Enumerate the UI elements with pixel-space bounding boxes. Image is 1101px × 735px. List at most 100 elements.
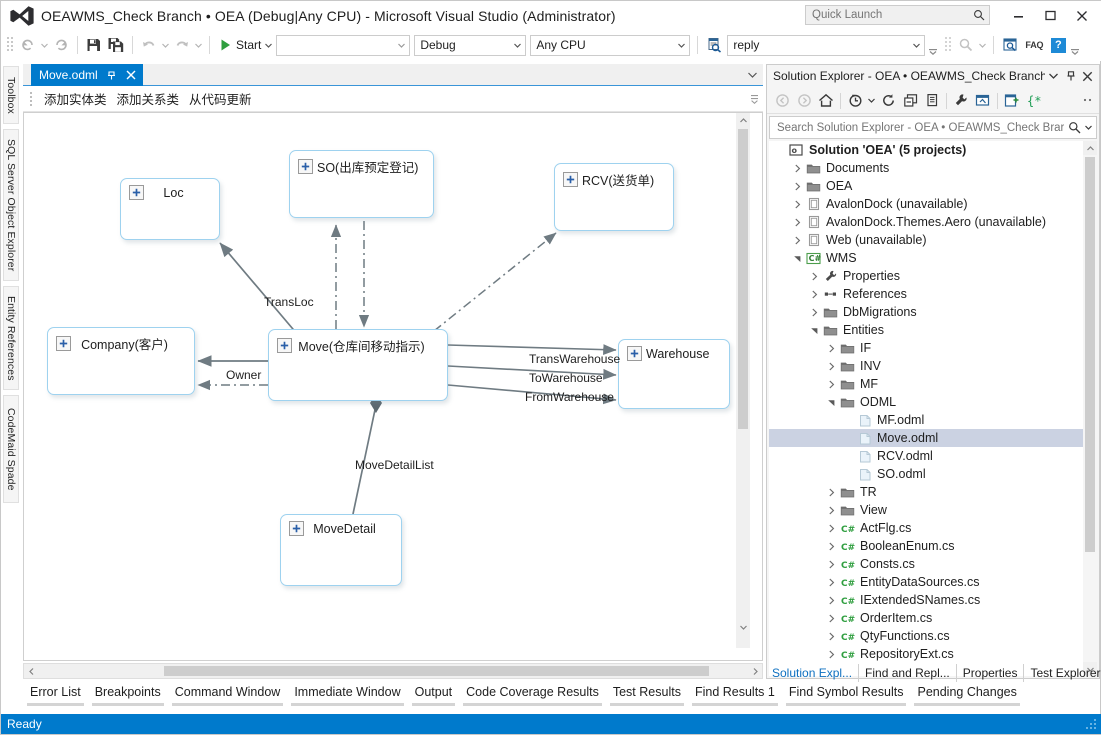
add-entity-class-command[interactable]: 添加实体类: [39, 87, 112, 110]
bottom-tab-test-results[interactable]: Test Results: [606, 683, 688, 706]
entity-rcv[interactable]: RCV(送货单): [554, 163, 674, 231]
search-button[interactable]: [955, 34, 977, 56]
tab-solution-explorer[interactable]: Solution Expl...: [766, 663, 860, 682]
home-icon[interactable]: [815, 90, 837, 111]
chevron-right-icon[interactable]: [824, 555, 838, 573]
update-from-code-command[interactable]: 从代码更新: [184, 87, 257, 110]
tree-item[interactable]: DbMigrations: [769, 303, 1083, 321]
scroll-up-button[interactable]: [736, 113, 750, 127]
tree-item[interactable]: Move.odml: [769, 429, 1083, 447]
save-all-button[interactable]: [105, 34, 127, 56]
tree-item[interactable]: C# BooleanEnum.cs: [769, 537, 1083, 555]
chevron-right-icon[interactable]: [790, 195, 804, 213]
find-in-files-button[interactable]: [703, 34, 725, 56]
bottom-tab-find-symbol-results[interactable]: Find Symbol Results: [782, 683, 911, 706]
chevron-down-filled-icon[interactable]: [790, 249, 804, 267]
chevron-right-icon[interactable]: [824, 627, 838, 645]
minimize-button[interactable]: [1002, 4, 1034, 28]
scroll-right-button[interactable]: [748, 664, 762, 678]
solution-platform-combo[interactable]: Any CPU: [530, 34, 691, 56]
tree-item[interactable]: Web (unavailable): [769, 231, 1083, 249]
plus-icon[interactable]: [289, 521, 304, 536]
tree-item[interactable]: MF: [769, 375, 1083, 393]
left-tab-sql-server-object-explorer[interactable]: SQL Server Object Explorer: [3, 129, 19, 281]
maximize-button[interactable]: [1034, 4, 1066, 28]
scroll-up-button[interactable]: [1083, 141, 1097, 155]
close-icon[interactable]: [125, 68, 138, 83]
toolbar-overflow-icon[interactable]: [1081, 90, 1095, 111]
chevron-right-icon[interactable]: [790, 177, 804, 195]
bottom-tab-pending-changes[interactable]: Pending Changes: [910, 683, 1023, 706]
entity-warehouse[interactable]: Warehouse: [618, 339, 730, 409]
chevron-right-icon[interactable]: [824, 519, 838, 537]
entity-company[interactable]: Company(客户): [47, 327, 195, 395]
tree-item[interactable]: AvalonDock.Themes.Aero (unavailable): [769, 213, 1083, 231]
tree-item[interactable]: References: [769, 285, 1083, 303]
solution-explorer-search-input[interactable]: [775, 120, 1066, 135]
scroll-thumb[interactable]: [164, 666, 709, 676]
chevron-right-icon[interactable]: [824, 573, 838, 591]
new-solution-explorer-view-icon[interactable]: [1001, 90, 1023, 111]
left-tab-codemaid-spade[interactable]: CodeMaid Spade: [3, 395, 19, 503]
toolbar-grip-icon[interactable]: [944, 36, 952, 54]
entity-so[interactable]: SO(出库预定登记): [289, 150, 434, 218]
tree-item[interactable]: TR: [769, 483, 1083, 501]
designer-toolbar-overflow-icon[interactable]: [750, 92, 760, 106]
plus-icon[interactable]: [129, 185, 144, 200]
tree-item[interactable]: SO.odml: [769, 465, 1083, 483]
resize-grip-icon[interactable]: [1086, 719, 1098, 731]
start-dropdown[interactable]: [263, 34, 274, 56]
designer-vertical-scrollbar[interactable]: [736, 113, 750, 648]
left-tab-toolbox[interactable]: Toolbox: [3, 66, 19, 124]
scroll-down-button[interactable]: [736, 620, 750, 634]
entity-loc[interactable]: Loc: [120, 178, 220, 240]
entity-move[interactable]: Move(仓库间移动指示): [268, 329, 448, 401]
entity-movedetail[interactable]: MoveDetail: [280, 514, 402, 586]
chevron-right-icon[interactable]: [824, 339, 838, 357]
solution-explorer-tree[interactable]: o Solution 'OEA' (5 projects) Documents OEA…: [769, 141, 1097, 676]
navigate-backward-button[interactable]: [17, 34, 39, 56]
tree-item[interactable]: IF: [769, 339, 1083, 357]
chevron-right-icon[interactable]: [824, 537, 838, 555]
toolbar-grip-icon[interactable]: [6, 36, 14, 54]
plus-icon[interactable]: [56, 336, 71, 351]
left-tab-entity-references[interactable]: Entity References: [3, 286, 19, 390]
redo-dropdown[interactable]: [193, 34, 204, 56]
tree-item[interactable]: C# Consts.cs: [769, 555, 1083, 573]
tab-find-and-replace[interactable]: Find and Repl...: [859, 663, 957, 682]
add-relation-class-command[interactable]: 添加关系类: [112, 87, 185, 110]
chevron-right-icon[interactable]: [824, 357, 838, 375]
tab-test-explorer[interactable]: Test Explorer: [1024, 664, 1101, 682]
solution-explorer-close-button[interactable]: [1079, 67, 1096, 85]
tree-item[interactable]: C# WMS: [769, 249, 1083, 267]
document-tab-list-button[interactable]: [745, 68, 759, 82]
find-combo[interactable]: reply: [727, 34, 926, 56]
help-button[interactable]: ?: [1047, 34, 1069, 56]
undo-dropdown[interactable]: [160, 34, 171, 56]
pending-changes-icon[interactable]: [844, 90, 866, 111]
chevron-right-icon[interactable]: [807, 267, 821, 285]
chevron-right-icon[interactable]: [824, 591, 838, 609]
scroll-thumb[interactable]: [1085, 157, 1095, 552]
tree-item[interactable]: View: [769, 501, 1083, 519]
bottom-tab-error-list[interactable]: Error List: [23, 683, 88, 706]
tree-item[interactable]: C# OrderItem.cs: [769, 609, 1083, 627]
chevron-right-icon[interactable]: [790, 159, 804, 177]
tree-item[interactable]: Properties: [769, 267, 1083, 285]
bottom-tab-breakpoints[interactable]: Breakpoints: [88, 683, 168, 706]
chevron-down-filled-icon[interactable]: [807, 321, 821, 339]
close-button[interactable]: [1066, 4, 1098, 28]
bottom-tab-command-window[interactable]: Command Window: [168, 683, 288, 706]
debug-target-combo[interactable]: [276, 34, 411, 56]
scroll-thumb[interactable]: [738, 129, 748, 429]
bottom-tab-output[interactable]: Output: [408, 683, 460, 706]
document-tab-move-odml[interactable]: Move.odml: [31, 64, 143, 86]
start-debug-button[interactable]: Start: [215, 34, 263, 56]
navigate-backward-dropdown[interactable]: [39, 34, 50, 56]
tree-item[interactable]: AvalonDock (unavailable): [769, 195, 1083, 213]
forward-icon[interactable]: [793, 90, 815, 111]
pin-icon[interactable]: [105, 68, 118, 83]
tree-item[interactable]: INV: [769, 357, 1083, 375]
undo-button[interactable]: [138, 34, 160, 56]
search-options-dropdown[interactable]: [1083, 119, 1094, 137]
